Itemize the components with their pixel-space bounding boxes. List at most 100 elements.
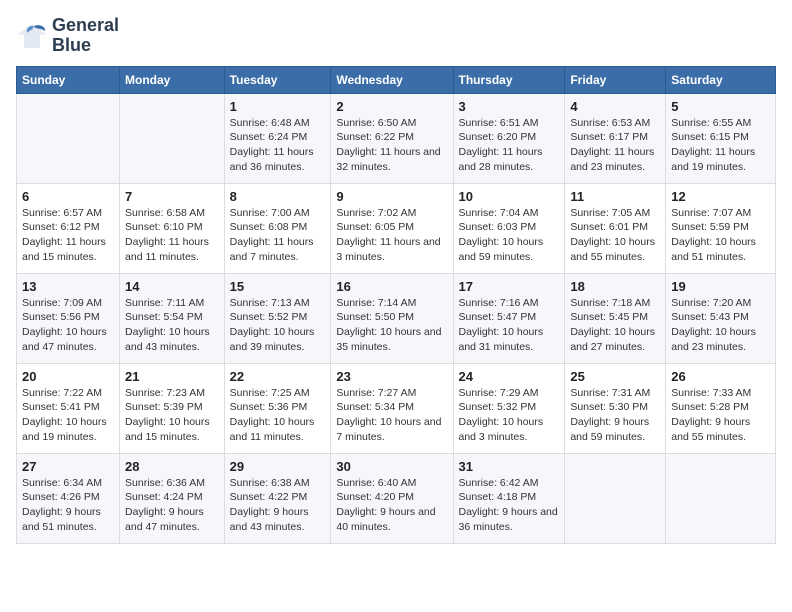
day-info: Sunrise: 7:04 AM Sunset: 6:03 PM Dayligh… <box>459 206 560 265</box>
day-info: Sunrise: 7:31 AM Sunset: 5:30 PM Dayligh… <box>570 386 660 445</box>
calendar-cell: 28 Sunrise: 6:36 AM Sunset: 4:24 PM Dayli… <box>120 453 225 543</box>
calendar-cell: 8 Sunrise: 7:00 AM Sunset: 6:08 PM Daylig… <box>224 183 331 273</box>
day-number: 27 <box>22 459 114 474</box>
week-row-1: 1 Sunrise: 6:48 AM Sunset: 6:24 PM Daylig… <box>17 93 776 183</box>
calendar-cell: 25Sunrise: 7:31 AM Sunset: 5:30 PM Dayli… <box>565 363 666 453</box>
day-number: 15 <box>230 279 326 294</box>
calendar-cell: 10 Sunrise: 7:04 AM Sunset: 6:03 PM Dayli… <box>453 183 565 273</box>
day-number: 12 <box>671 189 770 204</box>
day-info: Sunrise: 7:13 AM Sunset: 5:52 PM Dayligh… <box>230 296 326 355</box>
day-number: 19 <box>671 279 770 294</box>
week-row-5: 27 Sunrise: 6:34 AM Sunset: 4:26 PM Dayli… <box>17 453 776 543</box>
calendar-cell: 17 Sunrise: 7:16 AM Sunset: 5:47 PM Dayli… <box>453 273 565 363</box>
calendar-cell: 18 Sunrise: 7:18 AM Sunset: 5:45 PM Dayli… <box>565 273 666 363</box>
page-header: General Blue <box>16 16 776 56</box>
day-info: Sunrise: 7:00 AM Sunset: 6:08 PM Dayligh… <box>230 206 326 265</box>
day-number: 22 <box>230 369 326 384</box>
day-number: 4 <box>570 99 660 114</box>
col-header-wednesday: Wednesday <box>331 66 453 93</box>
day-number: 14 <box>125 279 219 294</box>
day-number: 20 <box>22 369 114 384</box>
calendar-cell: 4Sunrise: 6:53 AM Sunset: 6:17 PM Daylig… <box>565 93 666 183</box>
calendar-cell <box>17 93 120 183</box>
logo-icon <box>16 20 48 52</box>
day-info: Sunrise: 7:11 AM Sunset: 5:54 PM Dayligh… <box>125 296 219 355</box>
day-number: 18 <box>570 279 660 294</box>
day-info: Sunrise: 7:33 AM Sunset: 5:28 PM Dayligh… <box>671 386 770 445</box>
day-number: 31 <box>459 459 560 474</box>
calendar-cell: 12 Sunrise: 7:07 AM Sunset: 5:59 PM Dayli… <box>666 183 776 273</box>
calendar-cell: 22 Sunrise: 7:25 AM Sunset: 5:36 PM Dayli… <box>224 363 331 453</box>
day-number: 28 <box>125 459 219 474</box>
day-info: Sunrise: 7:05 AM Sunset: 6:01 PM Dayligh… <box>570 206 660 265</box>
calendar-cell: 9 Sunrise: 7:02 AM Sunset: 6:05 PM Daylig… <box>331 183 453 273</box>
day-number: 5 <box>671 99 770 114</box>
calendar-cell: 21Sunrise: 7:23 AM Sunset: 5:39 PM Dayli… <box>120 363 225 453</box>
calendar-cell: 27 Sunrise: 6:34 AM Sunset: 4:26 PM Dayli… <box>17 453 120 543</box>
day-info: Sunrise: 7:27 AM Sunset: 5:34 PM Dayligh… <box>336 386 447 445</box>
day-info: Sunrise: 7:18 AM Sunset: 5:45 PM Dayligh… <box>570 296 660 355</box>
calendar-cell: 14 Sunrise: 7:11 AM Sunset: 5:54 PM Dayli… <box>120 273 225 363</box>
day-info: Sunrise: 6:38 AM Sunset: 4:22 PM Dayligh… <box>230 476 326 535</box>
calendar-cell: 3 Sunrise: 6:51 AM Sunset: 6:20 PM Daylig… <box>453 93 565 183</box>
day-number: 23 <box>336 369 447 384</box>
day-number: 26 <box>671 369 770 384</box>
day-info: Sunrise: 6:48 AM Sunset: 6:24 PM Dayligh… <box>230 116 326 175</box>
calendar-cell <box>666 453 776 543</box>
day-info: Sunrise: 7:07 AM Sunset: 5:59 PM Dayligh… <box>671 206 770 265</box>
calendar-cell: 1 Sunrise: 6:48 AM Sunset: 6:24 PM Daylig… <box>224 93 331 183</box>
calendar-cell: 20 Sunrise: 7:22 AM Sunset: 5:41 PM Dayli… <box>17 363 120 453</box>
calendar-cell: 5 Sunrise: 6:55 AM Sunset: 6:15 PM Daylig… <box>666 93 776 183</box>
calendar-cell: 30Sunrise: 6:40 AM Sunset: 4:20 PM Dayli… <box>331 453 453 543</box>
calendar-cell: 11 Sunrise: 7:05 AM Sunset: 6:01 PM Dayli… <box>565 183 666 273</box>
day-number: 7 <box>125 189 219 204</box>
calendar-cell: 15 Sunrise: 7:13 AM Sunset: 5:52 PM Dayli… <box>224 273 331 363</box>
calendar-cell: 6 Sunrise: 6:57 AM Sunset: 6:12 PM Daylig… <box>17 183 120 273</box>
day-number: 9 <box>336 189 447 204</box>
day-number: 13 <box>22 279 114 294</box>
day-number: 17 <box>459 279 560 294</box>
day-number: 2 <box>336 99 447 114</box>
day-info: Sunrise: 6:42 AM Sunset: 4:18 PM Dayligh… <box>459 476 560 535</box>
calendar-cell: 13 Sunrise: 7:09 AM Sunset: 5:56 PM Dayli… <box>17 273 120 363</box>
day-number: 11 <box>570 189 660 204</box>
calendar-cell: 29 Sunrise: 6:38 AM Sunset: 4:22 PM Dayli… <box>224 453 331 543</box>
day-number: 1 <box>230 99 326 114</box>
calendar-cell: 16Sunrise: 7:14 AM Sunset: 5:50 PM Dayli… <box>331 273 453 363</box>
week-row-3: 13 Sunrise: 7:09 AM Sunset: 5:56 PM Dayli… <box>17 273 776 363</box>
calendar-cell <box>120 93 225 183</box>
col-header-tuesday: Tuesday <box>224 66 331 93</box>
calendar-cell: 7 Sunrise: 6:58 AM Sunset: 6:10 PM Daylig… <box>120 183 225 273</box>
week-row-4: 20 Sunrise: 7:22 AM Sunset: 5:41 PM Dayli… <box>17 363 776 453</box>
day-number: 10 <box>459 189 560 204</box>
day-number: 8 <box>230 189 326 204</box>
day-info: Sunrise: 6:51 AM Sunset: 6:20 PM Dayligh… <box>459 116 560 175</box>
calendar-cell <box>565 453 666 543</box>
day-info: Sunrise: 7:29 AM Sunset: 5:32 PM Dayligh… <box>459 386 560 445</box>
day-info: Sunrise: 6:57 AM Sunset: 6:12 PM Dayligh… <box>22 206 114 265</box>
col-header-monday: Monday <box>120 66 225 93</box>
col-header-sunday: Sunday <box>17 66 120 93</box>
col-header-saturday: Saturday <box>666 66 776 93</box>
calendar-cell: 26 Sunrise: 7:33 AM Sunset: 5:28 PM Dayli… <box>666 363 776 453</box>
day-info: Sunrise: 6:36 AM Sunset: 4:24 PM Dayligh… <box>125 476 219 535</box>
calendar-cell: 31 Sunrise: 6:42 AM Sunset: 4:18 PM Dayli… <box>453 453 565 543</box>
day-info: Sunrise: 7:22 AM Sunset: 5:41 PM Dayligh… <box>22 386 114 445</box>
day-info: Sunrise: 6:58 AM Sunset: 6:10 PM Dayligh… <box>125 206 219 265</box>
header-row: SundayMondayTuesdayWednesdayThursdayFrid… <box>17 66 776 93</box>
day-info: Sunrise: 7:16 AM Sunset: 5:47 PM Dayligh… <box>459 296 560 355</box>
day-number: 21 <box>125 369 219 384</box>
day-info: Sunrise: 7:02 AM Sunset: 6:05 PM Dayligh… <box>336 206 447 265</box>
logo: General Blue <box>16 16 119 56</box>
day-info: Sunrise: 6:34 AM Sunset: 4:26 PM Dayligh… <box>22 476 114 535</box>
day-number: 3 <box>459 99 560 114</box>
day-number: 6 <box>22 189 114 204</box>
day-info: Sunrise: 7:25 AM Sunset: 5:36 PM Dayligh… <box>230 386 326 445</box>
calendar-cell: 2Sunrise: 6:50 AM Sunset: 6:22 PM Daylig… <box>331 93 453 183</box>
day-info: Sunrise: 6:55 AM Sunset: 6:15 PM Dayligh… <box>671 116 770 175</box>
calendar-table: SundayMondayTuesdayWednesdayThursdayFrid… <box>16 66 776 544</box>
day-info: Sunrise: 6:40 AM Sunset: 4:20 PM Dayligh… <box>336 476 447 535</box>
day-number: 16 <box>336 279 447 294</box>
day-number: 29 <box>230 459 326 474</box>
day-info: Sunrise: 7:09 AM Sunset: 5:56 PM Dayligh… <box>22 296 114 355</box>
